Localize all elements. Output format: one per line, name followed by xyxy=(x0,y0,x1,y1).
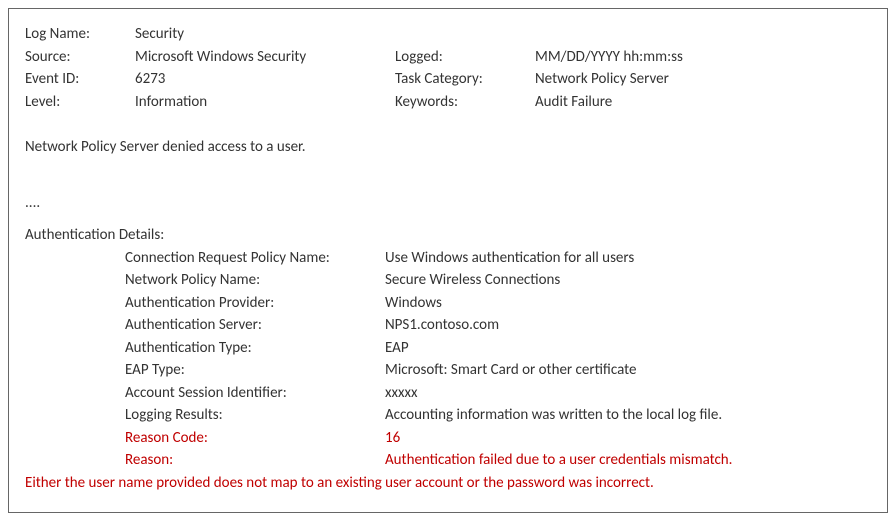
crpn-value: Use Windows authentication for all users xyxy=(385,247,871,270)
eap-value: Microsoft: Smart Card or other certifica… xyxy=(385,359,871,382)
ap-value: Windows xyxy=(385,292,871,315)
event-message: Network Policy Server denied access to a… xyxy=(25,136,871,159)
event-id-value: 6273 xyxy=(135,68,385,91)
source-value: Microsoft Windows Security xyxy=(135,46,385,69)
at-label: Authentication Type: xyxy=(125,337,385,360)
log-name-value: Security xyxy=(135,23,385,46)
task-category-label: Task Category: xyxy=(395,68,525,91)
keywords-label: Keywords: xyxy=(395,91,525,114)
logged-label: Logged: xyxy=(395,46,525,69)
header-grid: Log Name: Security Source: Microsoft Win… xyxy=(25,23,871,113)
level-label: Level: xyxy=(25,91,125,114)
asi-value: xxxxx xyxy=(385,382,871,405)
keywords-value: Audit Failure xyxy=(535,91,871,114)
eap-label: EAP Type: xyxy=(125,359,385,382)
asi-label: Account Session Identifier: xyxy=(125,382,385,405)
task-category-value: Network Policy Server xyxy=(535,68,871,91)
lr-label: Logging Results: xyxy=(125,404,385,427)
event-log-panel: Log Name: Security Source: Microsoft Win… xyxy=(8,8,888,513)
npn-value: Secure Wireless Connections xyxy=(385,269,871,292)
ap-label: Authentication Provider: xyxy=(125,292,385,315)
reason-label: Reason: xyxy=(125,449,385,472)
lr-value: Accounting information was written to th… xyxy=(385,404,871,427)
auth-section: Authentication Details: Connection Reque… xyxy=(25,224,871,472)
npn-label: Network Policy Name: xyxy=(125,269,385,292)
logged-value: MM/DD/YYYY hh:mm:ss xyxy=(535,46,871,69)
auth-title: Authentication Details: xyxy=(25,224,871,247)
crpn-label: Connection Request Policy Name: xyxy=(125,247,385,270)
as-value: NPS1.contoso.com xyxy=(385,314,871,337)
reason-value: Authentication failed due to a user cred… xyxy=(385,449,871,472)
ellipsis: .... xyxy=(25,192,871,215)
reason-code-value: 16 xyxy=(385,427,871,450)
reason-code-label: Reason Code: xyxy=(125,427,385,450)
at-value: EAP xyxy=(385,337,871,360)
event-id-label: Event ID: xyxy=(25,68,125,91)
auth-grid: Connection Request Policy Name: Use Wind… xyxy=(125,247,871,472)
level-value: Information xyxy=(135,91,385,114)
log-name-label: Log Name: xyxy=(25,23,125,46)
source-label: Source: xyxy=(25,46,125,69)
reason-continuation: Either the user name provided does not m… xyxy=(25,472,871,495)
as-label: Authentication Server: xyxy=(125,314,385,337)
